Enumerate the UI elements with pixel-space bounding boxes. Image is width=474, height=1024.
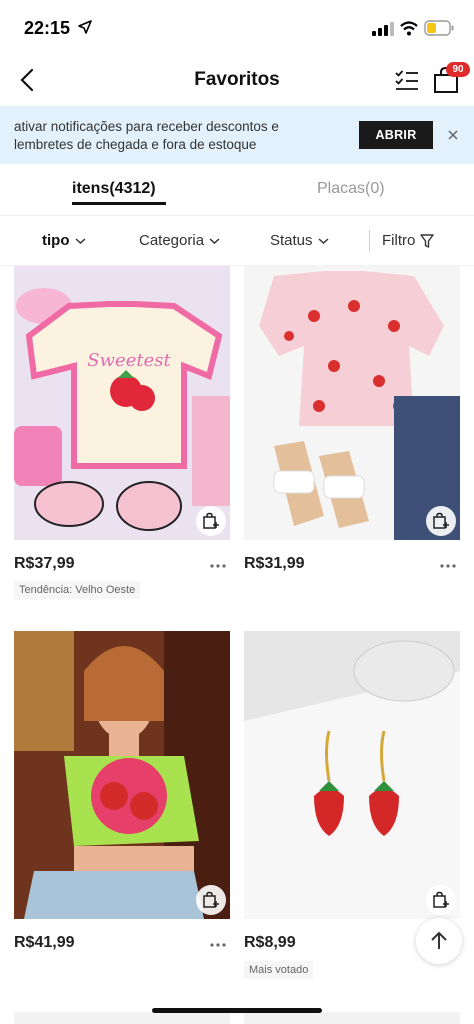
tab-boards[interactable]: Placas(0) bbox=[317, 180, 385, 198]
tshirt-outfit-illustration: Sweetest bbox=[14, 266, 230, 540]
chevron-down-icon bbox=[75, 237, 85, 244]
scroll-to-top-button[interactable] bbox=[416, 918, 462, 964]
product-price: R$31,99 bbox=[244, 555, 305, 572]
product-price: R$8,99 bbox=[244, 934, 296, 951]
close-icon[interactable] bbox=[446, 128, 460, 142]
location-arrow-icon bbox=[78, 20, 92, 34]
arrow-up-icon bbox=[431, 931, 447, 949]
more-options-icon[interactable] bbox=[210, 942, 226, 948]
model-crop-top-illustration bbox=[14, 631, 230, 919]
strawberry-earrings-illustration bbox=[244, 631, 460, 919]
filter-category-label: Categoria bbox=[139, 232, 205, 249]
product-image[interactable] bbox=[244, 266, 460, 540]
add-to-cart-button[interactable] bbox=[196, 506, 226, 536]
product-image[interactable]: Sweetest bbox=[14, 266, 230, 540]
chevron-down-icon bbox=[318, 237, 329, 244]
add-to-bag-icon bbox=[433, 512, 449, 529]
next-product-row bbox=[14, 1012, 230, 1024]
filter-bar: tipo Categoria Status Filtro bbox=[0, 216, 474, 266]
filter-divider bbox=[369, 230, 370, 252]
tab-items[interactable]: itens(4312) bbox=[72, 180, 156, 198]
product-card[interactable]: R$41,99 bbox=[14, 631, 230, 991]
next-product-row bbox=[244, 1012, 460, 1024]
funnel-icon bbox=[420, 233, 435, 248]
banner-text: ativar notificações para receber descont… bbox=[14, 119, 279, 152]
product-price: R$37,99 bbox=[14, 555, 75, 572]
notification-banner: ativar notificações para receber descont… bbox=[0, 106, 474, 164]
filter-status[interactable]: Status bbox=[270, 232, 329, 249]
strawberry-top-illustration bbox=[244, 266, 460, 540]
app-header: Favoritos 90 bbox=[0, 56, 474, 106]
cellular-signal-icon bbox=[372, 22, 394, 36]
open-notifications-button[interactable]: ABRIR bbox=[359, 121, 433, 149]
favorites-tabs: itens(4312) Placas(0) bbox=[0, 164, 474, 216]
add-to-cart-button[interactable] bbox=[426, 506, 456, 536]
product-price: R$41,99 bbox=[14, 934, 75, 951]
filter-category[interactable]: Categoria bbox=[139, 232, 220, 249]
product-image[interactable] bbox=[14, 631, 230, 919]
battery-icon bbox=[424, 20, 454, 36]
product-tag: Tendência: Velho Oeste bbox=[14, 581, 141, 599]
product-card[interactable]: Sweetest R$37,99 Tendência: Velho Oeste bbox=[14, 266, 230, 606]
more-options-icon[interactable] bbox=[210, 563, 226, 569]
edit-list-icon[interactable] bbox=[394, 68, 420, 94]
add-to-bag-icon bbox=[203, 512, 219, 529]
chevron-down-icon bbox=[209, 237, 220, 244]
wifi-icon bbox=[400, 21, 418, 36]
add-to-cart-button[interactable] bbox=[196, 885, 226, 915]
more-options-icon[interactable] bbox=[440, 563, 456, 569]
filter-status-label: Status bbox=[270, 232, 313, 249]
product-image[interactable] bbox=[244, 631, 460, 919]
filter-button[interactable]: Filtro bbox=[382, 232, 435, 249]
home-indicator bbox=[152, 1008, 322, 1013]
product-card[interactable]: R$31,99 bbox=[244, 266, 460, 606]
status-bar: 22:15 bbox=[0, 0, 474, 56]
filter-button-label: Filtro bbox=[382, 232, 416, 249]
svg-text:Sweetest: Sweetest bbox=[87, 350, 171, 371]
active-tab-indicator bbox=[72, 202, 166, 205]
product-tag: Mais votado bbox=[244, 961, 314, 979]
add-to-bag-icon bbox=[433, 891, 449, 908]
status-time: 22:15 bbox=[24, 18, 71, 38]
cart-count-badge: 90 bbox=[446, 62, 470, 77]
filter-type-label: tipo bbox=[42, 232, 70, 249]
add-to-cart-button[interactable] bbox=[426, 885, 456, 915]
filter-type[interactable]: tipo bbox=[42, 232, 86, 249]
add-to-bag-icon bbox=[203, 891, 219, 908]
